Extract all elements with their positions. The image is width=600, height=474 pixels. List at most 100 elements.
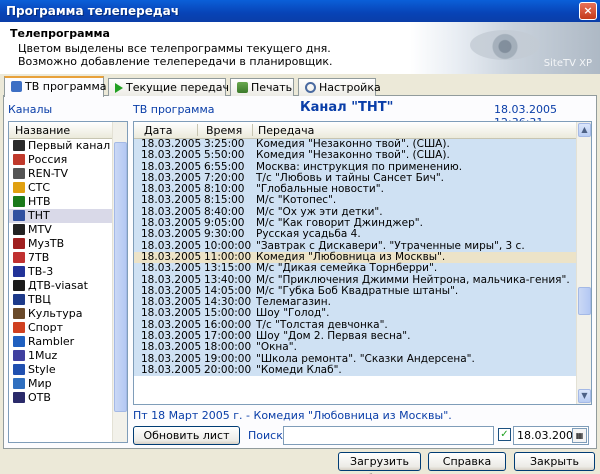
channel-item[interactable]: Первый канал [9, 139, 127, 153]
calendar-icon[interactable]: ▦ [572, 428, 587, 443]
channel-item[interactable]: МузТВ [9, 237, 127, 251]
cell-show: "Комеди Клаб". [256, 363, 342, 376]
date-field[interactable]: 18.03.2005 ▦ [513, 426, 589, 445]
window-title: Программа телепередач [6, 4, 179, 18]
channel-name: MTV [28, 223, 52, 236]
help-button[interactable]: Справка [428, 452, 506, 471]
cell-show: Русская усадьба 4. [256, 228, 361, 241]
channel-item[interactable]: Спорт [9, 321, 127, 335]
channel-item[interactable]: ОТВ [9, 391, 127, 405]
col-date[interactable]: Дата [144, 124, 172, 137]
channel-item[interactable]: Мир [9, 377, 127, 391]
channel-logo-icon [13, 266, 25, 277]
cell-date: 18.03.2005 [141, 228, 202, 241]
load-database-button[interactable]: Загрузить базу [338, 452, 421, 474]
col-time[interactable]: Время [206, 124, 242, 137]
play-icon [115, 83, 123, 93]
channel-name: Россия [28, 153, 68, 166]
channel-name: Культура [28, 307, 83, 320]
table-row[interactable]: 18.03.2005 9:30:00 Русская усадьба 4. [134, 228, 577, 241]
channel-item[interactable]: НТВ [9, 195, 127, 209]
channel-logo-icon [13, 280, 25, 291]
channel-column-header[interactable]: Название [9, 122, 127, 139]
search-input[interactable] [283, 426, 494, 445]
channel-name: ДТВ-viasat [28, 279, 88, 292]
print-icon [237, 82, 248, 93]
cell-date: 18.03.2005 [141, 149, 202, 162]
channel-logo-icon [13, 168, 25, 179]
date-checkbox[interactable]: ✓ [498, 428, 511, 441]
cell-date: 18.03.2005 [141, 363, 202, 376]
col-show[interactable]: Передача [258, 124, 314, 137]
eye-icon [470, 30, 540, 60]
channel-item[interactable]: 7ТВ [9, 251, 127, 265]
channel-logo-icon [13, 322, 25, 333]
channel-logo-icon [13, 336, 25, 347]
channel-item[interactable]: ТВ-3 [9, 265, 127, 279]
channel-item[interactable]: Rambler [9, 335, 127, 349]
channel-logo-icon [13, 350, 25, 361]
program-table-header: Дата Время Передача [134, 122, 591, 139]
channel-logo-icon [13, 392, 25, 403]
channel-item[interactable]: Россия [9, 153, 127, 167]
tab-current-shows[interactable]: Текущие передачи [108, 78, 236, 96]
channel-name: Style [28, 363, 56, 376]
settings-icon [305, 82, 316, 93]
channel-list[interactable]: Название Первый канал Россия REN-TV СТС НТВ Т… [8, 121, 128, 443]
program-table[interactable]: Дата Время Передача 18.03.2005 3:25:00 Ком… [133, 121, 592, 405]
channel-scroll-thumb[interactable] [114, 142, 127, 412]
table-row[interactable]: 18.03.2005 20:00:00 "Комеди Клаб". [134, 363, 577, 377]
status-line: Пт 18 Март 2005 г. - Комедия "Любовница … [133, 409, 452, 422]
channel-item[interactable]: 1Muz [9, 349, 127, 363]
channel-logo-icon [13, 154, 25, 165]
channel-name: ТВЦ [28, 293, 51, 306]
close-icon[interactable]: × [579, 2, 597, 20]
tab-settings[interactable]: Настройка [298, 78, 381, 96]
channel-item[interactable]: Культура [9, 307, 127, 321]
refresh-list-button[interactable]: Обновить лист [133, 426, 240, 445]
close-button[interactable]: Закрыть [514, 452, 595, 471]
tab-tv-program[interactable]: ТВ программа [4, 76, 107, 97]
channel-scrollbar[interactable] [112, 122, 127, 442]
date-value: 18.03.2005 [517, 429, 580, 442]
logo: SiteTV XP [543, 58, 592, 69]
channel-item[interactable]: MTV [9, 223, 127, 237]
channel-item[interactable]: ТНТ [9, 209, 127, 223]
channel-name: Rambler [28, 335, 75, 348]
channel-name: Первый канал [28, 139, 111, 152]
channel-logo-icon [13, 378, 25, 389]
channel-name: Спорт [28, 321, 63, 334]
table-row[interactable]: 18.03.2005 13:15:00 М/с "Дикая семейка Тор… [134, 262, 577, 275]
channel-name: ТНТ [28, 209, 50, 222]
channel-item[interactable]: ДТВ-viasat [9, 279, 127, 293]
channels-label: Каналы [8, 103, 53, 116]
program-scroll-thumb[interactable] [578, 287, 591, 315]
channel-logo-icon [13, 238, 25, 249]
table-row[interactable]: 18.03.2005 18:00:00 "Окна". [134, 341, 577, 354]
header-banner: Телепрограмма Цветом выделены все телепр… [0, 22, 600, 74]
channel-logo-icon [13, 224, 25, 235]
channel-item[interactable]: Style [9, 363, 127, 377]
channel-name: СТС [28, 181, 51, 194]
tab-print[interactable]: Печать [230, 78, 294, 96]
channel-name: REN-TV [28, 167, 69, 180]
scroll-up-icon[interactable]: ▲ [578, 123, 591, 137]
channel-items: Первый канал Россия REN-TV СТС НТВ ТНТ MTV МузТ… [9, 139, 127, 405]
channel-name: МузТВ [28, 237, 65, 250]
channel-logo-icon [13, 364, 25, 375]
channel-logo-icon [13, 196, 25, 207]
cell-time: 18:00:00 [204, 341, 252, 354]
scroll-down-icon[interactable]: ▼ [578, 389, 591, 403]
program-scrollbar[interactable]: ▲ ▼ [576, 122, 591, 404]
channel-logo-icon [13, 140, 25, 151]
channel-item[interactable]: REN-TV [9, 167, 127, 181]
channel-logo-icon [13, 252, 25, 263]
channel-item[interactable]: СТС [9, 181, 127, 195]
title-bar[interactable]: Программа телепередач × [0, 0, 600, 22]
channel-item[interactable]: ТВЦ [9, 293, 127, 307]
cell-show: "Окна". [256, 341, 297, 354]
table-row[interactable]: 18.03.2005 5:50:00 Комедия "Незаконно твой… [134, 149, 577, 162]
channel-name: Мир [28, 377, 52, 390]
search-label: Поиск [248, 429, 283, 442]
channel-logo-icon [13, 294, 25, 305]
